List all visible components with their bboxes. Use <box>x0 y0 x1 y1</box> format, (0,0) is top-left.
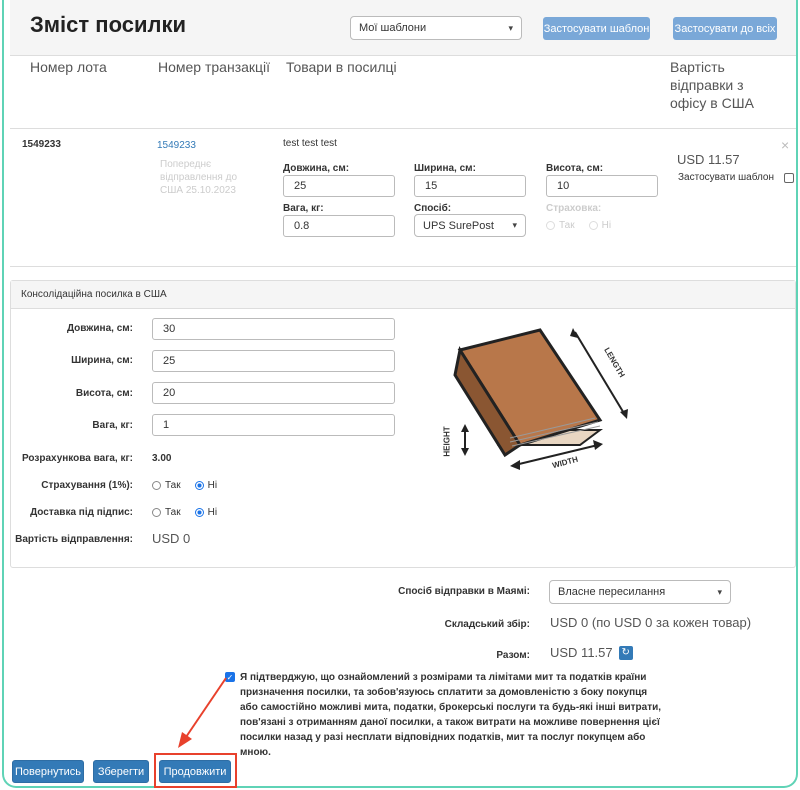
c-height-input[interactable]: 20 <box>152 382 395 404</box>
length-label: Довжина, см: <box>283 163 350 174</box>
back-button[interactable]: Повернутись <box>12 760 84 783</box>
apply-template-checkbox[interactable] <box>784 172 795 183</box>
cost-label: Вартість відправлення: <box>15 534 133 545</box>
width-label: Ширина, см: <box>414 163 476 174</box>
transaction-link[interactable]: 1549233 <box>157 140 196 151</box>
c-insurance-label: Страхування (1%): <box>41 480 133 491</box>
chevron-down-icon: ▾ <box>717 586 722 597</box>
chevron-down-icon: ▾ <box>508 22 513 33</box>
total-value: USD 11.57 <box>550 645 613 660</box>
apply-template-button[interactable]: Застосувати шаблон <box>543 17 650 40</box>
refresh-icon[interactable]: ↻ <box>618 645 633 660</box>
consent-text: Я підтверджую, що ознайомлений з розміра… <box>240 672 662 758</box>
total-label: Разом: <box>496 650 530 661</box>
apply-template-row: Застосувати шаблон <box>678 172 795 183</box>
lot-number: 1549233 <box>22 139 61 150</box>
c-insurance-no-radio[interactable] <box>194 481 204 490</box>
apply-all-button[interactable]: Застосувати до всіх <box>673 17 777 40</box>
height-input[interactable]: 10 <box>546 175 658 197</box>
c-width-label: Ширина, см: <box>71 355 133 366</box>
insurance-yes-label: Так <box>559 220 575 231</box>
miami-method-label: Спосіб відправки в Маямі: <box>398 586 530 597</box>
c-length-label: Довжина, см: <box>66 323 133 334</box>
c-weight-label: Вага, кг: <box>92 420 133 431</box>
weight-input[interactable]: 0.8 <box>283 215 395 237</box>
c-height-label: Висота, см: <box>75 388 133 399</box>
col-header-goods: Товари в посилці <box>286 59 397 75</box>
insurance-options: Так Ні <box>546 220 611 231</box>
signature-no-radio[interactable] <box>194 508 204 517</box>
insurance-yes-radio[interactable] <box>546 221 555 230</box>
consolidated-header: Консолідаційна посилка в США <box>11 281 795 309</box>
consolidated-title: Консолідаційна посилка в США <box>21 289 167 300</box>
continue-button[interactable]: Продовжити <box>159 760 231 783</box>
insurance-no-label: Ні <box>601 220 612 231</box>
col-header-lot: Номер лота <box>30 59 107 75</box>
height-label: Висота, см: <box>546 163 604 174</box>
chevron-down-icon: ▾ <box>512 220 517 230</box>
calc-weight-label: Розрахункова вага, кг: <box>21 453 133 464</box>
insurance-no-radio[interactable] <box>588 221 598 230</box>
divider <box>10 266 796 267</box>
storage-label: Складський збір: <box>444 619 530 630</box>
c-insurance-options: Так Ні <box>152 480 217 491</box>
template-select[interactable]: Мої шаблони ▾ <box>350 16 522 40</box>
signature-yes-radio[interactable] <box>152 508 161 517</box>
length-input[interactable]: 25 <box>283 175 395 197</box>
template-select-value: Мої шаблони <box>359 22 427 34</box>
faded-info: Попереднє відправлення до США 25.10.2023 <box>160 159 238 196</box>
box-icon <box>453 328 628 470</box>
item-price: USD 11.57 <box>677 152 740 167</box>
signature-options: Так Ні <box>152 507 217 518</box>
width-input[interactable]: 15 <box>414 175 526 197</box>
signature-yes-label: Так <box>165 507 181 518</box>
method-select[interactable]: UPS SurePost ▾ <box>414 214 526 237</box>
save-button[interactable]: Зберегти <box>93 760 149 783</box>
apply-template-label: Застосувати шаблон <box>678 172 775 183</box>
page-title: Зміст посилки <box>30 12 186 37</box>
col-header-transaction: Номер транзакції <box>158 59 271 75</box>
signature-label: Доставка під підпис: <box>30 507 133 518</box>
close-icon[interactable]: × <box>781 137 789 153</box>
miami-method-value: Власне пересилання <box>558 586 666 598</box>
box-illustration: LENGTH WIDTH HEIGHT <box>440 320 640 480</box>
total-row: USD 11.57 ↻ <box>550 645 633 660</box>
annotation-arrow-icon <box>178 677 227 748</box>
storage-value: USD 0 (по USD 0 за кожен товар) <box>550 615 752 630</box>
method-select-value: UPS SurePost <box>423 219 494 232</box>
col-header-cost: Вартість відправки з офісу в США <box>670 59 754 111</box>
cost-value: USD 0 <box>152 531 191 546</box>
miami-method-select[interactable]: Власне пересилання ▾ <box>549 580 731 604</box>
method-label: Спосіб: <box>414 203 452 214</box>
insurance-label: Страховка: <box>546 203 602 214</box>
c-length-input[interactable]: 30 <box>152 318 395 340</box>
box-height-label: HEIGHT <box>442 426 452 457</box>
goods-text: test test test <box>283 138 337 149</box>
signature-no-label: Ні <box>207 507 218 518</box>
c-insurance-yes-label: Так <box>165 480 181 491</box>
calc-weight-value: 3.00 <box>152 453 172 464</box>
c-width-input[interactable]: 25 <box>152 350 395 372</box>
divider <box>10 128 796 129</box>
c-insurance-no-label: Ні <box>207 480 218 491</box>
weight-label: Вага, кг: <box>283 203 324 214</box>
c-insurance-yes-radio[interactable] <box>152 481 161 490</box>
c-weight-input[interactable]: 1 <box>152 414 395 436</box>
